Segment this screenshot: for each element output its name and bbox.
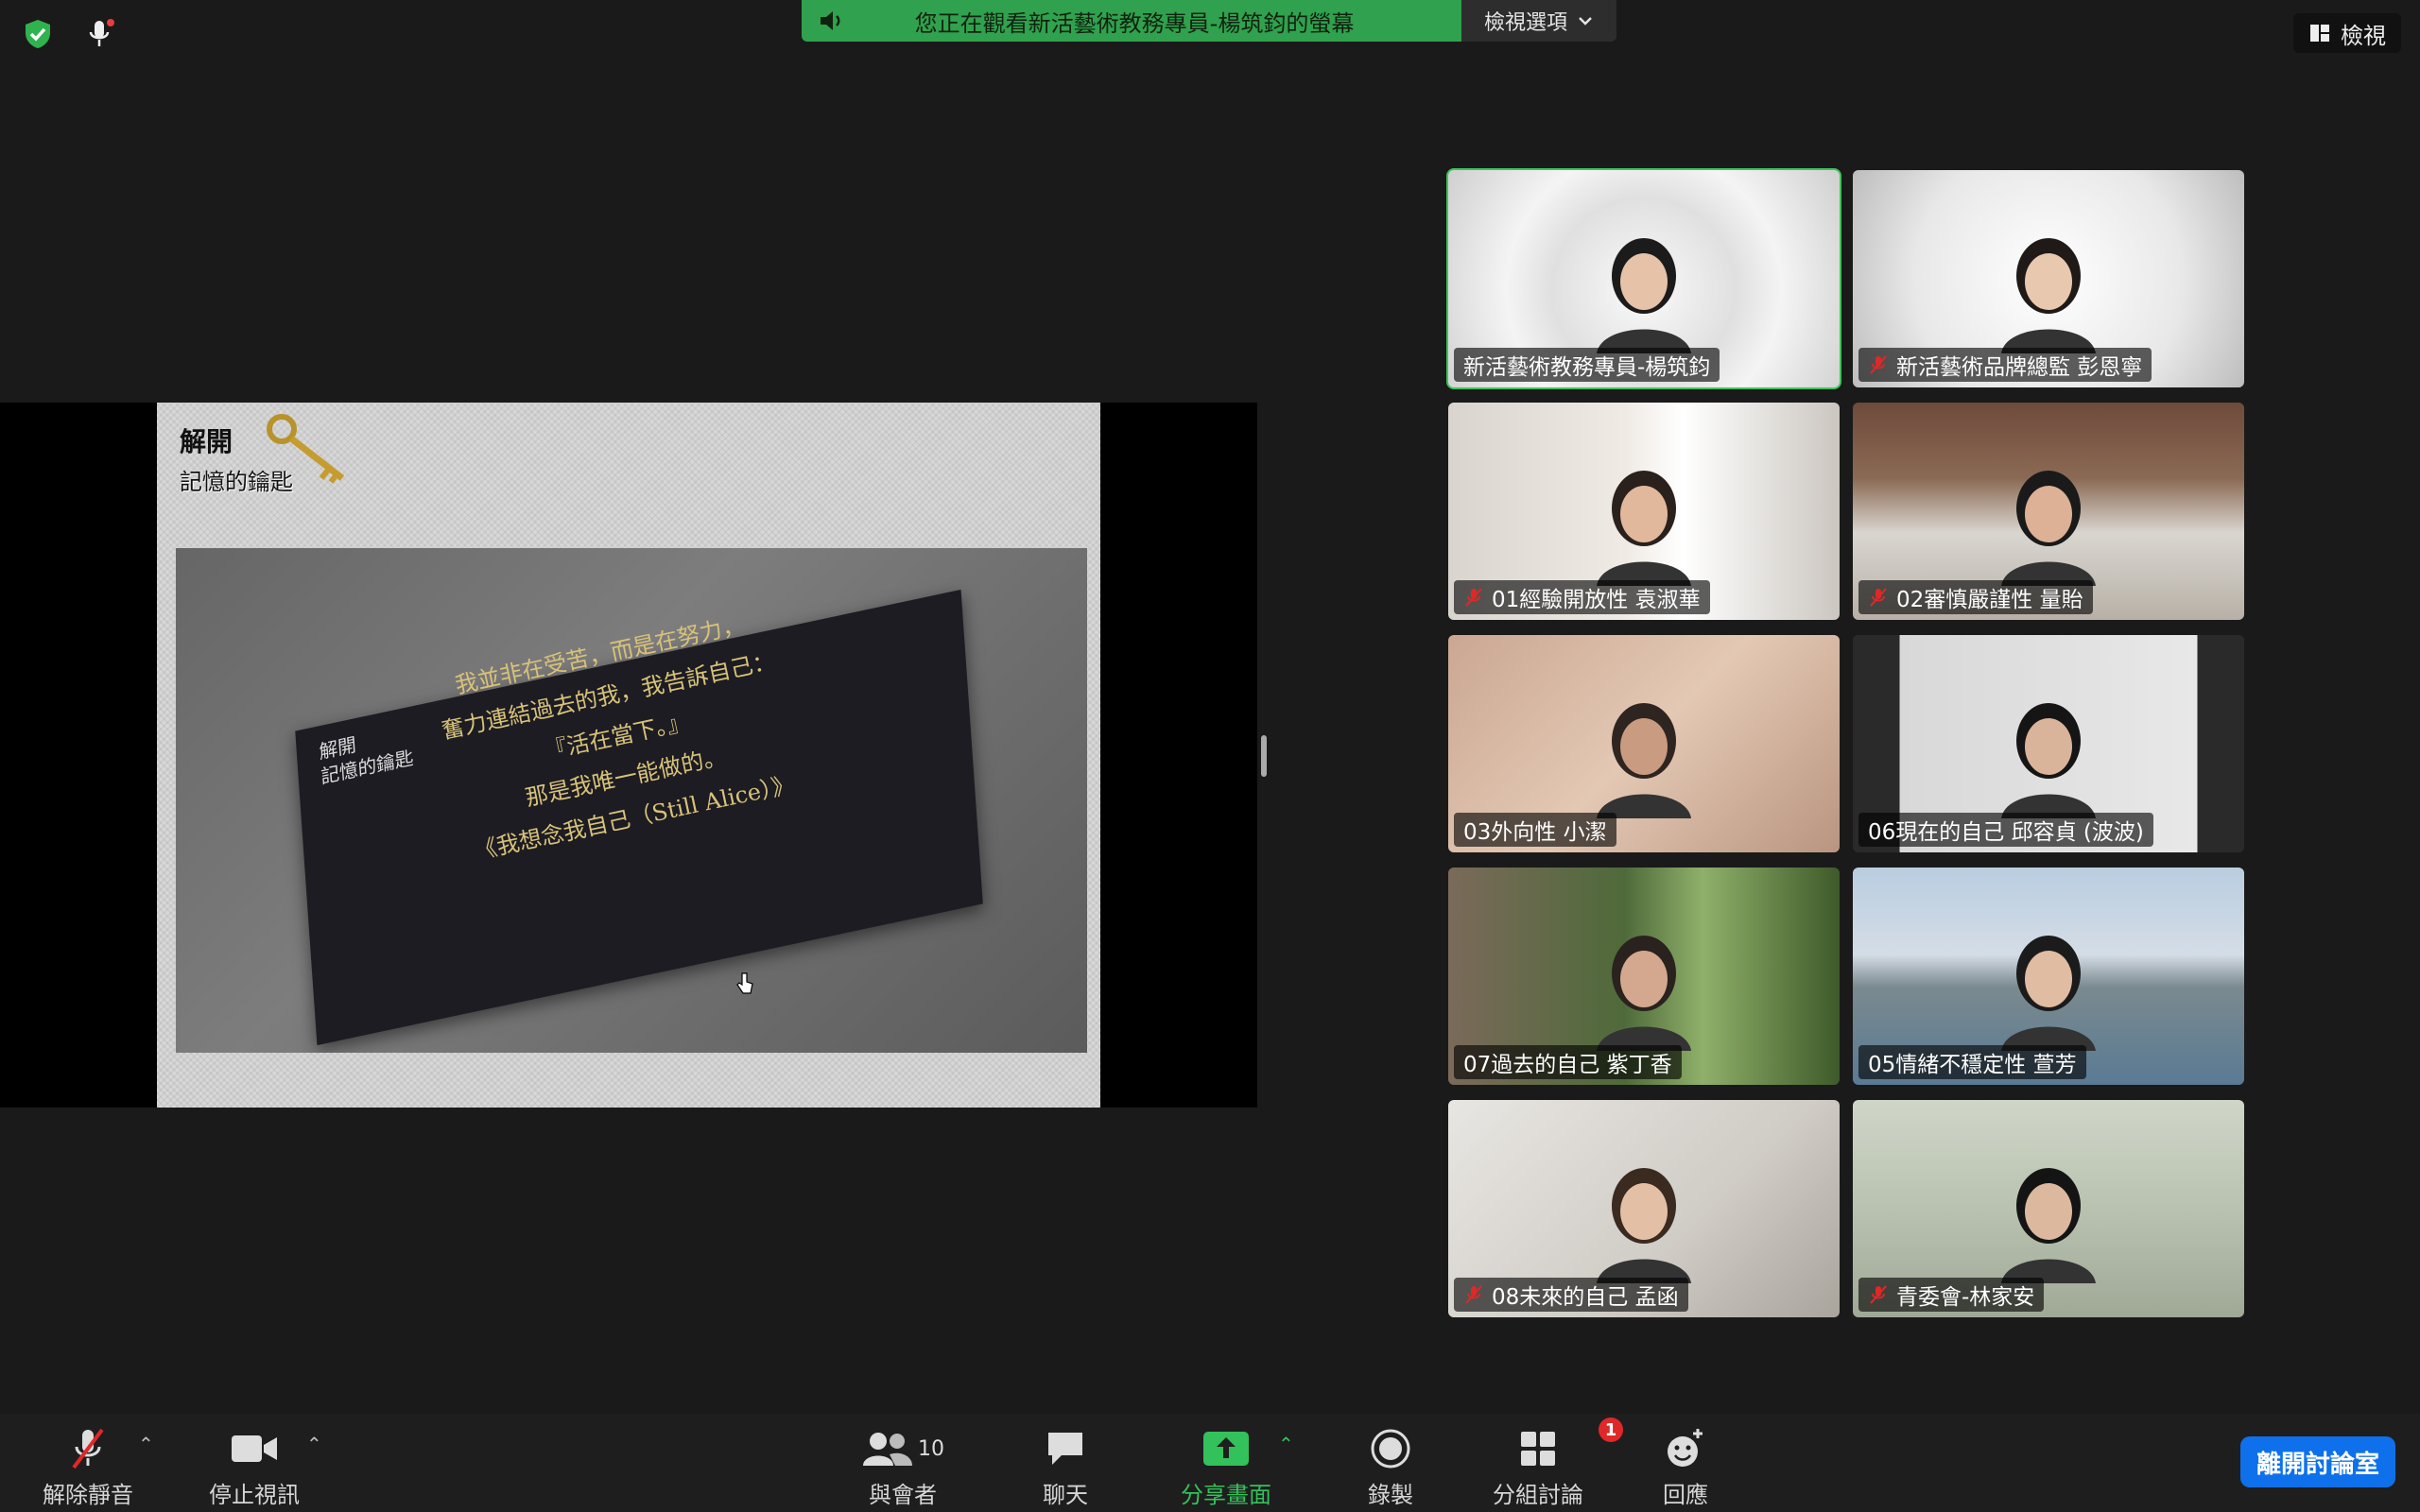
person-silhouette-icon <box>1597 1167 1691 1283</box>
video-camera-icon <box>232 1435 277 1462</box>
top-status <box>21 17 117 51</box>
participant-tile[interactable]: 新活藝術品牌總監 彭恩寧 <box>1853 170 2244 387</box>
layout-icon <box>2310 25 2329 42</box>
participant-name: 08未來的自己 孟函 <box>1492 1285 1679 1310</box>
slide-photo: 解開 記憶的鑰匙 我並非在受苦，而是在努力， 奮力連結過去的我，我告訴自己： 『… <box>176 548 1087 1053</box>
breakout-rooms-icon <box>1521 1432 1555 1466</box>
person-silhouette-icon <box>2001 935 2096 1051</box>
muted-microphone-icon <box>1465 1285 1482 1304</box>
speaker-icon[interactable] <box>817 7 845 35</box>
participant-name: 01經驗開放性 袁淑華 <box>1492 588 1701 612</box>
participant-name-tag: 01經驗開放性 袁淑華 <box>1454 580 1710 614</box>
participant-name: 06現在的自己 邱容貞 (波波) <box>1868 820 2144 845</box>
person-silhouette-icon <box>1597 702 1691 818</box>
record-icon <box>1371 1429 1410 1469</box>
muted-microphone-icon <box>1465 588 1482 607</box>
person-silhouette-icon <box>1597 237 1691 353</box>
participant-tile[interactable]: 新活藝術教務專員-楊筑鈞 <box>1446 168 1841 389</box>
stop-video-button[interactable]: 停止視訊 <box>183 1425 325 1509</box>
participant-name-tag: 新活藝術品牌總監 彭恩寧 <box>1858 348 2152 382</box>
muted-microphone-icon <box>1870 588 1887 607</box>
person-silhouette-icon <box>1597 935 1691 1051</box>
record-label: 錄製 <box>1368 1482 1413 1508</box>
resize-handle[interactable] <box>1261 735 1267 777</box>
video-options-caret[interactable]: ⌃ <box>306 1433 322 1455</box>
chat-icon <box>1048 1433 1082 1465</box>
view-button-label: 檢視 <box>2341 22 2386 49</box>
breakout-rooms-label: 分組討論 <box>1493 1482 1583 1508</box>
person-silhouette-icon <box>2001 237 2096 353</box>
participant-name-tag: 青委會-林家安 <box>1858 1278 2045 1312</box>
person-silhouette-icon <box>1597 470 1691 586</box>
screen-share-banner: 您正在觀看新活藝術教務專員-楊筑鈞的螢幕 <box>802 0 1461 42</box>
key-icon <box>267 414 345 484</box>
participant-name-tag: 08未來的自己 孟函 <box>1454 1278 1688 1312</box>
breakout-rooms-button[interactable]: 1 分組討論 <box>1467 1418 1623 1509</box>
share-screen-button[interactable]: 分享畫面 <box>1155 1425 1297 1509</box>
record-button[interactable]: 錄製 <box>1320 1425 1461 1509</box>
participant-name-tag: 02審慎嚴謹性 量貽 <box>1858 580 2093 614</box>
participant-tile[interactable]: 02審慎嚴謹性 量貽 <box>1853 403 2244 620</box>
hand-cursor-icon <box>736 972 753 994</box>
participant-name: 07過去的自己 紫丁香 <box>1463 1053 1672 1077</box>
muted-microphone-icon <box>1870 1285 1887 1304</box>
participants-count: 10 <box>918 1436 944 1461</box>
chat-label: 聊天 <box>1043 1482 1088 1508</box>
share-options-caret[interactable]: ⌃ <box>1278 1433 1294 1455</box>
banner-text: 您正在觀看新活藝術教務專員-楊筑鈞的螢幕 <box>914 9 1355 37</box>
participant-name-tag: 06現在的自己 邱容貞 (波波) <box>1858 813 2153 847</box>
audio-options-caret[interactable]: ⌃ <box>138 1433 154 1455</box>
participant-name: 02審慎嚴謹性 量貽 <box>1896 588 2083 612</box>
muted-microphone-icon <box>1870 355 1887 374</box>
microphone-activity-icon <box>89 19 114 46</box>
participant-name-tag: 07過去的自己 紫丁香 <box>1454 1045 1682 1079</box>
participant-name: 新活藝術品牌總監 彭恩寧 <box>1896 355 2143 380</box>
share-screen-icon <box>1203 1432 1249 1466</box>
participant-name-tag: 03外向性 小潔 <box>1454 813 1616 847</box>
participant-tile[interactable]: 07過去的自己 紫丁香 <box>1448 868 1840 1085</box>
participant-name-tag: 新活藝術教務專員-楊筑鈞 <box>1454 348 1720 382</box>
participant-name: 03外向性 小潔 <box>1463 820 1607 845</box>
participant-tile[interactable]: 08未來的自己 孟函 <box>1448 1100 1840 1317</box>
view-options-label: 檢視選項 <box>1483 11 1567 35</box>
unmute-label: 解除靜音 <box>43 1482 133 1508</box>
participant-name: 05情緒不穩定性 萱芳 <box>1868 1053 2077 1077</box>
smiley-add-icon <box>1668 1429 1703 1467</box>
shield-icon[interactable] <box>21 17 55 51</box>
reactions-label: 回應 <box>1663 1482 1708 1508</box>
share-screen-label: 分享畫面 <box>1181 1482 1271 1508</box>
participant-tile[interactable]: 03外向性 小潔 <box>1448 635 1840 852</box>
meeting-toolbar: 解除靜音 ⌃ 停止視訊 ⌃ 10 與會者 聊天 分享畫面 ⌃ 錄製 1 分組討論… <box>0 1414 2420 1512</box>
chevron-down-icon <box>1579 17 1592 26</box>
view-options-dropdown[interactable]: 檢視選項 <box>1461 0 1616 42</box>
participants-button[interactable]: 10 與會者 <box>832 1425 974 1509</box>
view-button[interactable]: 檢視 <box>2293 13 2401 53</box>
participant-tile[interactable]: 06現在的自己 邱容貞 (波波) <box>1853 635 2244 852</box>
person-silhouette-icon <box>2001 702 2096 818</box>
person-silhouette-icon <box>2001 1167 2096 1283</box>
chat-button[interactable]: 聊天 <box>994 1425 1136 1509</box>
participant-name: 青委會-林家安 <box>1896 1285 2035 1310</box>
participant-tile[interactable]: 01經驗開放性 袁淑華 <box>1448 403 1840 620</box>
participant-name-tag: 05情緒不穩定性 萱芳 <box>1858 1045 2086 1079</box>
stop-video-label: 停止視訊 <box>209 1482 300 1508</box>
participant-tile[interactable]: 05情緒不穩定性 萱芳 <box>1853 868 2244 1085</box>
participants-icon <box>863 1433 912 1466</box>
leave-room-button[interactable]: 離開討論室 <box>2240 1436 2395 1487</box>
person-silhouette-icon <box>2001 470 2096 586</box>
reactions-button[interactable]: 回應 <box>1615 1425 1756 1509</box>
participant-tile[interactable]: 青委會-林家安 <box>1853 1100 2244 1317</box>
participants-label: 與會者 <box>869 1482 937 1508</box>
participant-name: 新活藝術教務專員-楊筑鈞 <box>1463 355 1711 380</box>
muted-microphone-icon <box>72 1428 104 1469</box>
shared-slide: 解開 記憶的鑰匙 解開 記憶的鑰匙 我並非在受苦，而是在努力， 奮力連結過去的我… <box>157 403 1100 1108</box>
